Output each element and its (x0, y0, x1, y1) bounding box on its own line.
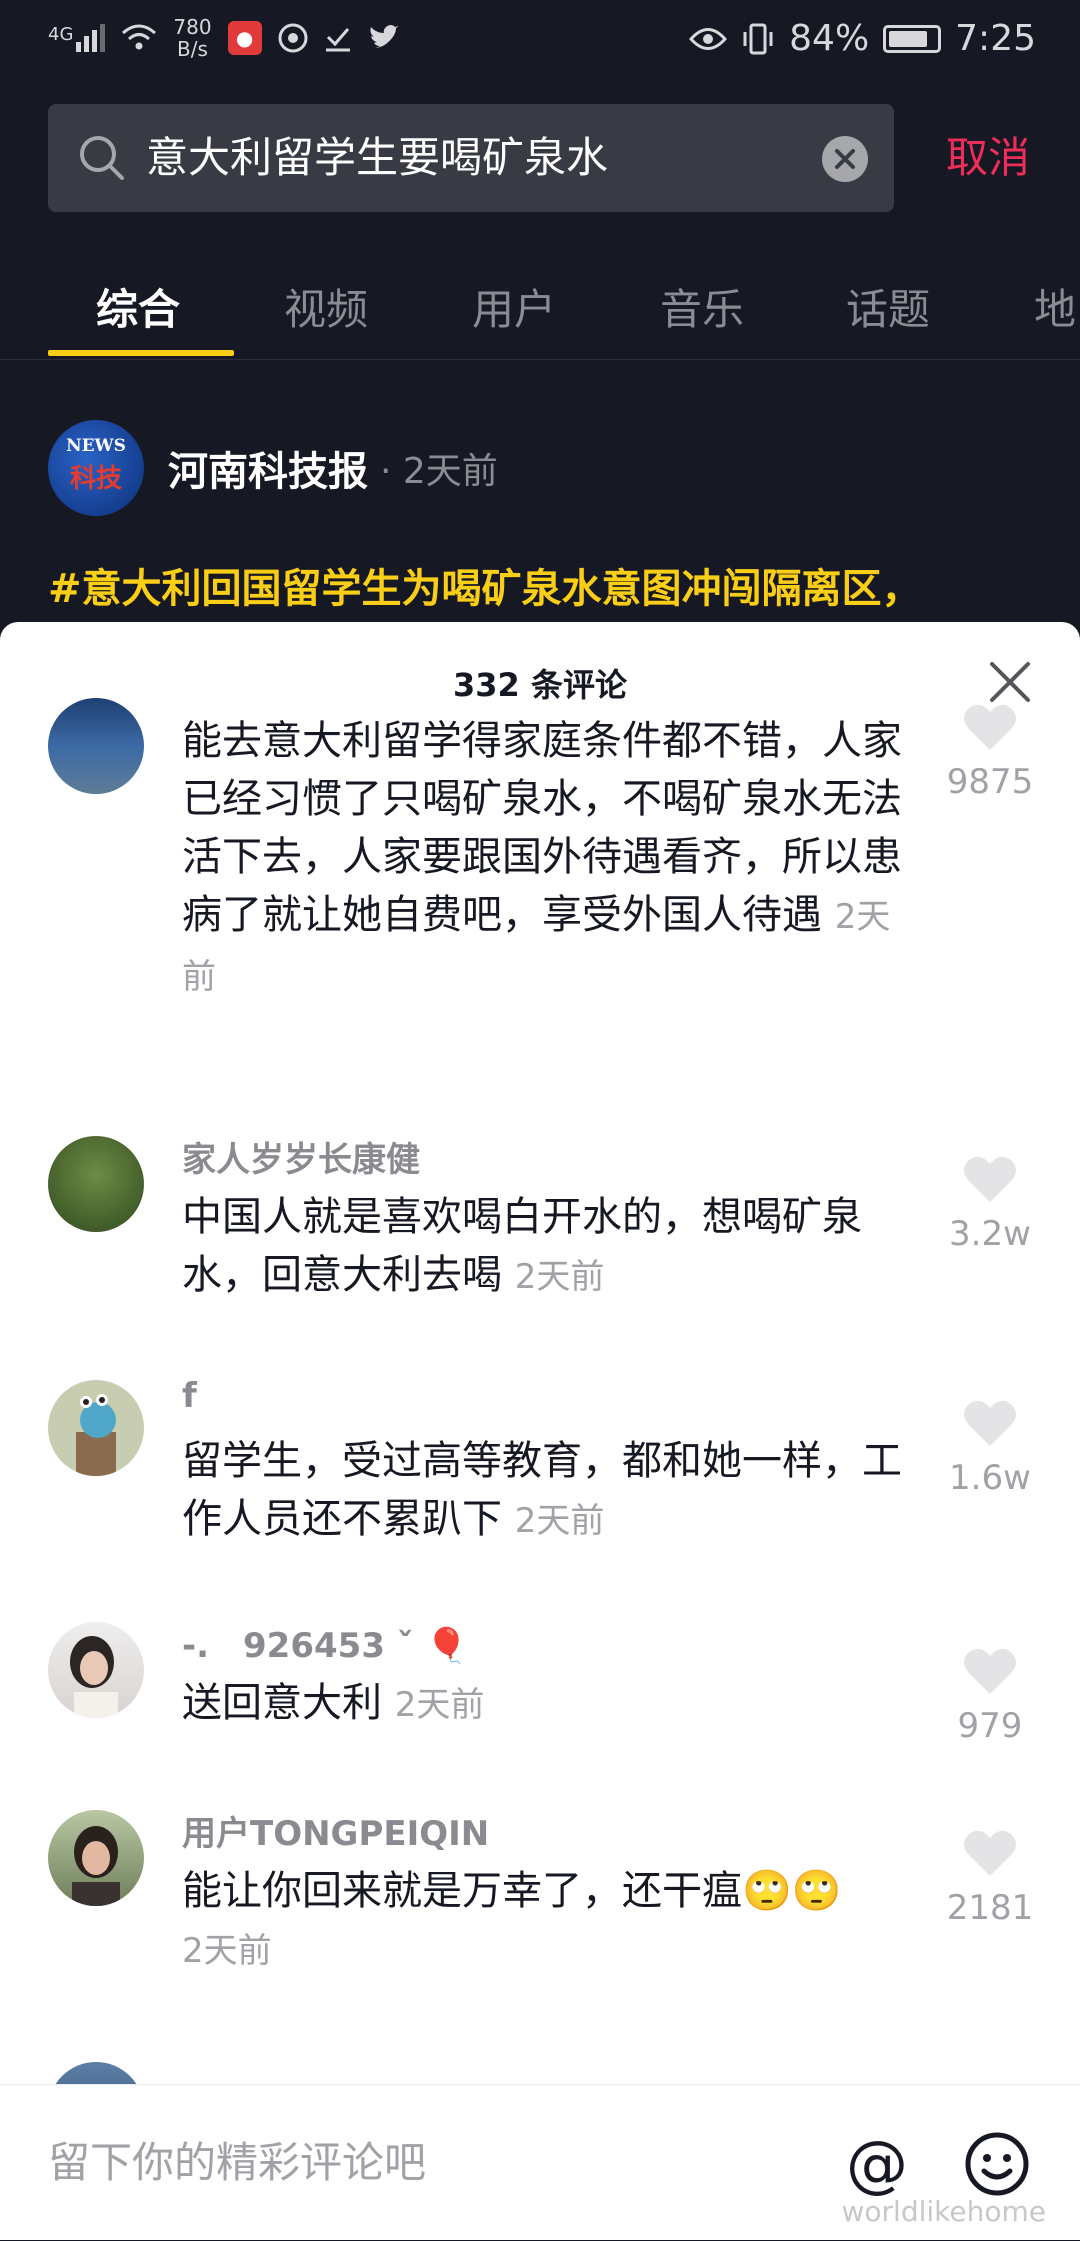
clear-search-icon[interactable] (822, 136, 868, 182)
battery-icon (883, 24, 942, 53)
cartoon-avatar-icon (76, 1394, 116, 1476)
twitter-icon (369, 25, 399, 48)
vibrate-icon (743, 23, 773, 54)
person-avatar-icon (72, 1826, 120, 1906)
heart-icon (964, 1400, 1016, 1446)
mention-icon[interactable]: @ (842, 2129, 912, 2199)
comment-text: 中国人就是喜欢喝白开水的，想喝矿泉水，回意大利去喝 2天前 (182, 1194, 862, 1298)
post-time: · 2天前 (380, 451, 498, 492)
comment-text: 留学生，受过高等教育，都和她一样，工作人员还不累趴下 2天前 (182, 1438, 902, 1542)
comment-time: 2天前 (514, 1257, 605, 1297)
like-count: 2181 (946, 1888, 1034, 1928)
commenter-avatar[interactable] (48, 698, 144, 794)
like-count: 979 (957, 1706, 1023, 1746)
like-count: 9875 (946, 762, 1034, 802)
commenter-avatar[interactable] (48, 1810, 144, 1906)
heart-icon (964, 704, 1016, 750)
cancel-button[interactable]: 取消 (946, 104, 1030, 212)
wifi-icon (122, 24, 157, 50)
heart-icon (964, 1830, 1016, 1876)
tab-videos[interactable]: 视频 (284, 276, 368, 337)
like-button[interactable]: 1.6w (930, 1398, 1050, 1498)
close-icon[interactable] (988, 660, 1032, 704)
post-header: NEWS 科技 河南科技报 · 2天前 (48, 420, 498, 516)
person-avatar-icon (70, 1636, 118, 1718)
clock: 7:25 (955, 18, 1036, 59)
comment-input[interactable] (48, 2085, 788, 2241)
heart-icon (964, 1156, 1016, 1202)
comment-item: 家人岁岁长康健 中国人就是喜欢喝白开水的，想喝矿泉水，回意大利去喝 2天前 3.… (0, 1136, 1080, 1336)
comment-time: 2天前 (182, 1931, 272, 1971)
comment-item: 用户TONGPEIQIN 能让你回来就是万幸了，还干瘟🙄🙄 2天前 2181 (0, 1810, 1080, 2020)
comment-text: 能让你回来就是万幸了，还干瘟🙄🙄 2天前 (182, 1868, 842, 1971)
eye-icon (689, 27, 728, 50)
commenter-avatar[interactable] (48, 1136, 144, 1232)
comment-item: -. 926453 ˇ 🎈 送回意大利 2天前 979 (0, 1622, 1080, 1772)
comments-sheet: 332 条评论 能去意大利留学得家庭条件都不错，人家已经习惯了只喝矿泉水，不喝矿… (0, 622, 1080, 2240)
commenter-avatar[interactable] (48, 1380, 144, 1476)
mic-icon: ● (227, 21, 262, 55)
comment-item: 能去意大利留学得家庭条件都不错，人家已经习惯了只喝矿泉水，不喝矿泉水无法活下去，… (0, 698, 1080, 997)
network-type: 4G (48, 24, 74, 45)
active-tab-indicator (48, 350, 234, 356)
tab-music[interactable]: 音乐 (660, 276, 744, 337)
signal-icon: 4G (48, 24, 106, 52)
battery-percent: 84% (789, 18, 870, 59)
search-row: 取消 (0, 104, 1080, 214)
chrome-icon (278, 23, 308, 53)
commenter-name[interactable]: -. 926453 ˇ 🎈 (182, 1618, 468, 1667)
commenter-name[interactable]: f (182, 1376, 197, 1416)
tab-places[interactable]: 地 (1034, 276, 1076, 337)
download-done-icon (325, 28, 350, 52)
commenter-name[interactable]: 用户TONGPEIQIN (182, 1806, 489, 1855)
comment-count: 332 条评论 (453, 666, 627, 704)
like-button[interactable]: 3.2w (930, 1154, 1050, 1254)
tab-users[interactable]: 用户 (472, 276, 556, 337)
like-button[interactable]: 2181 (930, 1828, 1050, 1928)
comment-text: 能去意大利留学得家庭条件都不错，人家已经习惯了只喝矿泉水，不喝矿泉水无法活下去，… (182, 718, 902, 997)
tab-comprehensive[interactable]: 综合 (96, 276, 180, 337)
like-button[interactable]: 9875 (930, 702, 1050, 802)
search-tabs: 综合 视频 用户 音乐 话题 地 (0, 250, 1080, 360)
commenter-name[interactable]: 家人岁岁长康健 (182, 1132, 420, 1181)
status-bar: 4G 780 B/s ● 84% 7:25 (0, 0, 1080, 82)
comment-time: 2天前 (394, 1685, 485, 1725)
post-hashtag[interactable]: #意大利回国留学生为喝矿泉水意图冲闯隔离区， (48, 556, 922, 614)
like-count: 1.6w (949, 1458, 1031, 1498)
tab-topics[interactable]: 话题 (846, 276, 930, 337)
search-icon (80, 136, 124, 180)
author-avatar[interactable]: NEWS 科技 (48, 420, 144, 516)
post-author[interactable]: 河南科技报 (168, 439, 368, 497)
comment-item: f 留学生，受过高等教育，都和她一样，工作人员还不累趴下 2天前 1.6w (0, 1376, 1080, 1580)
commenter-avatar[interactable] (48, 1622, 144, 1718)
emoji-icon[interactable] (964, 2131, 1030, 2197)
heart-icon (964, 1648, 1016, 1694)
search-input[interactable] (146, 104, 746, 212)
like-button[interactable]: 979 (930, 1646, 1050, 1746)
comment-time: 2天前 (514, 1501, 605, 1541)
like-count: 3.2w (949, 1214, 1031, 1254)
battery-level (889, 30, 927, 47)
watermark: worldlikehome (841, 2195, 1046, 2228)
network-speed: 780 B/s (173, 15, 212, 61)
search-box[interactable] (48, 104, 894, 212)
comment-text: 送回意大利 2天前 (182, 1680, 485, 1726)
comment-input-bar: @ worldlikehome (0, 2084, 1080, 2241)
